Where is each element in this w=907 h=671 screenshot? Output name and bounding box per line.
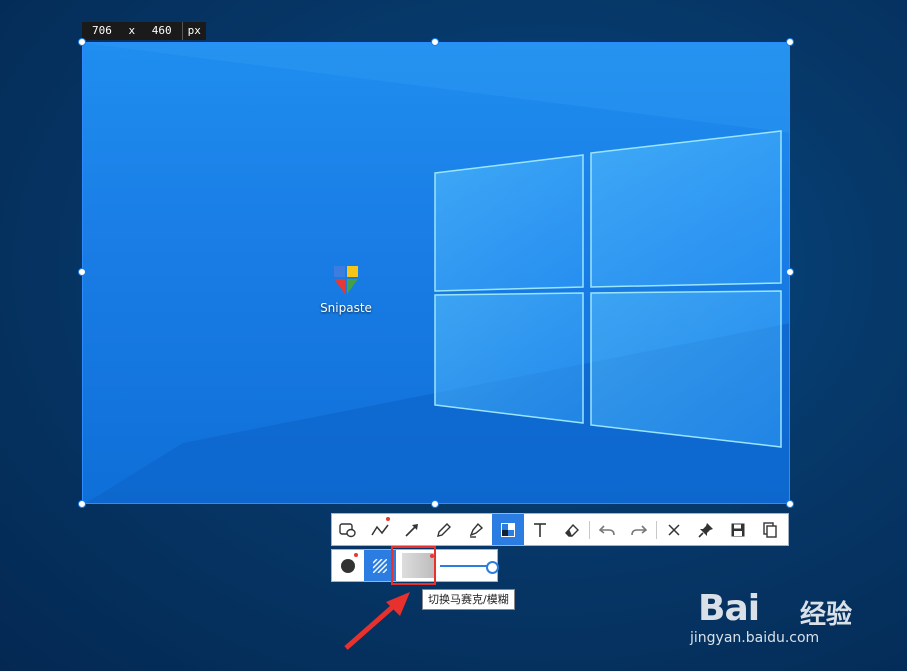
option-indicator-dot — [354, 553, 358, 557]
polyline-tool-button[interactable] — [364, 514, 396, 545]
marker-icon — [469, 522, 484, 538]
pencil-icon — [437, 522, 451, 537]
toolbar-divider — [656, 520, 657, 539]
redo-button[interactable] — [623, 514, 655, 545]
resize-handle-s[interactable] — [431, 500, 439, 508]
resize-handle-sw[interactable] — [78, 500, 86, 508]
text-icon — [534, 522, 546, 537]
undo-icon — [599, 524, 615, 535]
snipaste-icon-label: Snipaste — [320, 301, 372, 315]
eraser-tool-button[interactable] — [556, 514, 588, 545]
pin-icon — [698, 522, 713, 538]
slider-track — [440, 564, 490, 567]
resize-handle-n[interactable] — [431, 38, 439, 46]
polyline-icon — [371, 524, 389, 535]
baidu-watermark: Bai — [698, 588, 760, 629]
selection-size-badge: 706 x 460 px — [82, 22, 206, 40]
highlight-box — [391, 546, 436, 585]
save-icon — [731, 523, 745, 536]
pin-button[interactable] — [690, 514, 722, 545]
selection-width: 706 — [92, 24, 112, 37]
circle-brush-icon — [341, 558, 355, 573]
text-tool-button[interactable] — [524, 514, 556, 545]
capture-selection[interactable]: Snipaste — [82, 42, 790, 504]
arrow-icon — [405, 523, 418, 537]
annotation-toolbar — [331, 513, 789, 546]
tooltip: 切换马赛克/模糊 — [422, 589, 515, 610]
rectangle-tool-button[interactable] — [332, 514, 364, 545]
mosaic-icon — [501, 522, 515, 537]
save-button[interactable] — [722, 514, 754, 545]
brush-size-slider[interactable] — [440, 560, 499, 574]
option-indicator-dot — [386, 517, 390, 521]
jingyan-watermark: 经验 — [800, 600, 853, 630]
selection-height: 460 — [151, 24, 172, 37]
redo-icon — [631, 524, 647, 535]
brush-shape-button[interactable] — [332, 550, 364, 581]
resize-handle-nw[interactable] — [78, 38, 86, 46]
resize-handle-se[interactable] — [786, 500, 794, 508]
resize-handle-w[interactable] — [78, 268, 86, 276]
undo-button[interactable] — [591, 514, 623, 545]
selection-size-x: x — [128, 24, 136, 37]
windows-wallpaper — [83, 43, 789, 503]
resize-handle-e[interactable] — [786, 268, 794, 276]
copy-icon — [763, 521, 777, 538]
selection-unit: px — [181, 22, 206, 40]
marker-tool-button[interactable] — [460, 514, 492, 545]
resize-handle-ne[interactable] — [786, 38, 794, 46]
red-pointer-arrow — [344, 592, 410, 650]
watermark-url: jingyan.baidu.com — [690, 630, 820, 646]
close-button[interactable] — [658, 514, 690, 545]
pencil-tool-button[interactable] — [428, 514, 460, 545]
rect-ellipse-icon — [339, 522, 356, 537]
eraser-icon — [565, 523, 579, 537]
toolbar-divider — [589, 520, 590, 539]
mosaic-tool-button[interactable] — [492, 514, 524, 545]
close-icon — [668, 523, 680, 536]
hatch-pattern-icon — [373, 558, 387, 573]
arrow-tool-button[interactable] — [396, 514, 428, 545]
copy-button[interactable] — [754, 514, 786, 545]
slider-knob[interactable] — [486, 560, 499, 574]
snipaste-desktop-icon[interactable] — [333, 265, 359, 295]
